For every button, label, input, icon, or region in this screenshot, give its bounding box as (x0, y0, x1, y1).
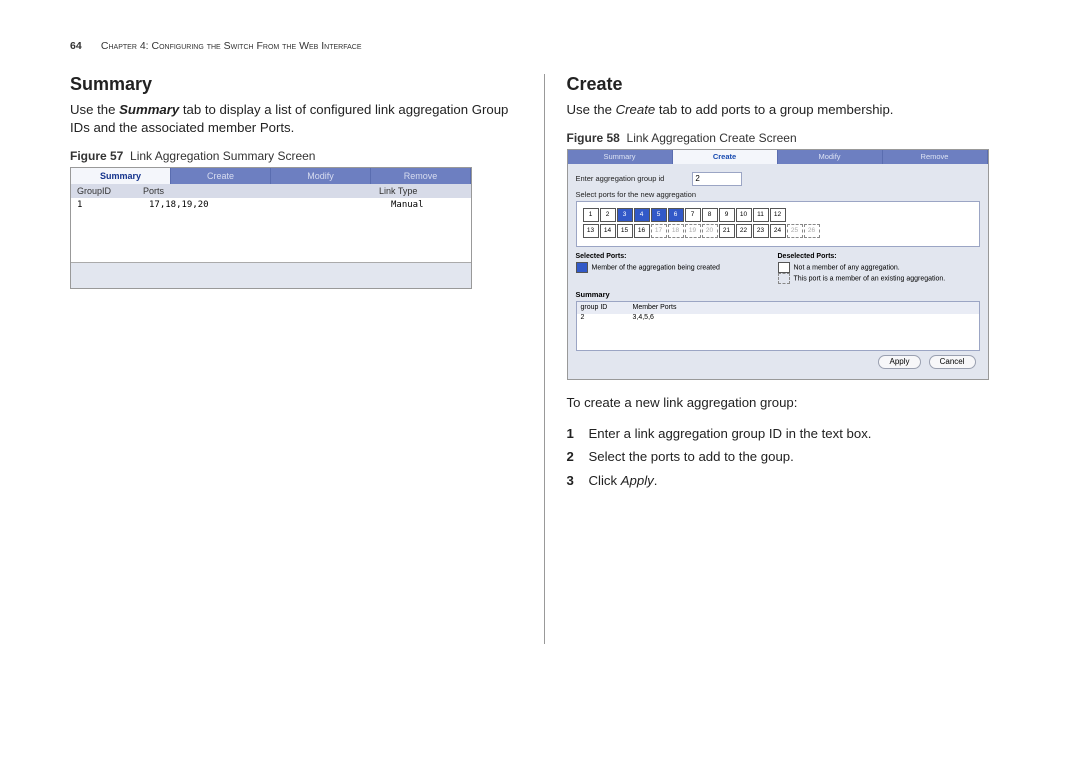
swatch-existing-icon (778, 273, 790, 284)
create-intro: To create a new link aggregation group: (567, 394, 1021, 412)
port-21[interactable]: 21 (719, 224, 735, 238)
col-header-groupid: GroupID (71, 184, 137, 198)
create-description: Use the Create tab to add ports to a gro… (567, 101, 1021, 119)
running-header: 64 Chapter 4: Configuring the Switch Fro… (70, 40, 1020, 52)
group-id-label: Enter aggregation group id (576, 174, 665, 183)
port-7[interactable]: 7 (685, 208, 701, 222)
port-24[interactable]: 24 (770, 224, 786, 238)
port-5[interactable]: 5 (651, 208, 667, 222)
col-header-ports: Ports (137, 184, 373, 198)
port-17: 17 (651, 224, 667, 238)
summary-subheader: Summary (576, 290, 980, 299)
port-12[interactable]: 12 (770, 208, 786, 222)
port-19: 19 (685, 224, 701, 238)
select-ports-label: Select ports for the new aggregation (576, 190, 980, 199)
figure-58-screenshot: Summary Create Modify Remove Enter aggre… (567, 149, 989, 380)
swatch-selected-icon (576, 262, 588, 273)
step-2: 2Select the ports to add to the goup. (567, 447, 1021, 467)
port-23[interactable]: 23 (753, 224, 769, 238)
port-1[interactable]: 1 (583, 208, 599, 222)
step-3: 3Click Apply. (567, 471, 1021, 491)
page-number: 64 (70, 40, 98, 52)
port-selector: 123456789101112 131415161718192021222324… (576, 201, 980, 247)
tab-remove[interactable]: Remove (371, 168, 471, 184)
apply-button[interactable]: Apply (878, 355, 920, 369)
chapter-title: Chapter 4: Configuring the Switch From t… (101, 40, 362, 52)
port-18: 18 (668, 224, 684, 238)
figure-57-caption: Figure 57 Link Aggregation Summary Scree… (70, 149, 524, 163)
table-row: 2 3,4,5,6 (577, 314, 979, 326)
tab-create[interactable]: Create (673, 150, 778, 164)
step-1: 1Enter a link aggregation group ID in th… (567, 424, 1021, 444)
port-22[interactable]: 22 (736, 224, 752, 238)
deselected-ports-header: Deselected Ports: (778, 253, 980, 260)
port-15[interactable]: 15 (617, 224, 633, 238)
port-6[interactable]: 6 (668, 208, 684, 222)
col-header-linktype: Link Type (373, 184, 471, 198)
port-3[interactable]: 3 (617, 208, 633, 222)
port-4[interactable]: 4 (634, 208, 650, 222)
tab-summary[interactable]: Summary (71, 168, 171, 184)
section-heading-summary: Summary (70, 74, 524, 95)
tab-remove[interactable]: Remove (883, 150, 988, 164)
port-8[interactable]: 8 (702, 208, 718, 222)
port-26: 26 (804, 224, 820, 238)
col-header-groupid: group ID (577, 302, 629, 314)
port-16[interactable]: 16 (634, 224, 650, 238)
port-2[interactable]: 2 (600, 208, 616, 222)
tab-modify[interactable]: Modify (778, 150, 883, 164)
port-25: 25 (787, 224, 803, 238)
port-13[interactable]: 13 (583, 224, 599, 238)
port-11[interactable]: 11 (753, 208, 769, 222)
port-9[interactable]: 9 (719, 208, 735, 222)
summary-description: Use the Summary tab to display a list of… (70, 101, 524, 137)
tab-summary[interactable]: Summary (568, 150, 673, 164)
figure-58-caption: Figure 58 Link Aggregation Create Screen (567, 131, 1021, 145)
table-row: 1 17,18,19,20 Manual (71, 198, 471, 263)
swatch-free-icon (778, 262, 790, 273)
cancel-button[interactable]: Cancel (929, 355, 976, 369)
section-heading-create: Create (567, 74, 1021, 95)
col-header-memberports: Member Ports (629, 302, 677, 314)
figure-57-screenshot: Summary Create Modify Remove GroupID Por… (70, 167, 472, 289)
tab-modify[interactable]: Modify (271, 168, 371, 184)
port-20: 20 (702, 224, 718, 238)
port-10[interactable]: 10 (736, 208, 752, 222)
group-id-input[interactable] (692, 172, 742, 186)
selected-ports-header: Selected Ports: (576, 253, 778, 260)
port-14[interactable]: 14 (600, 224, 616, 238)
tab-create[interactable]: Create (171, 168, 271, 184)
